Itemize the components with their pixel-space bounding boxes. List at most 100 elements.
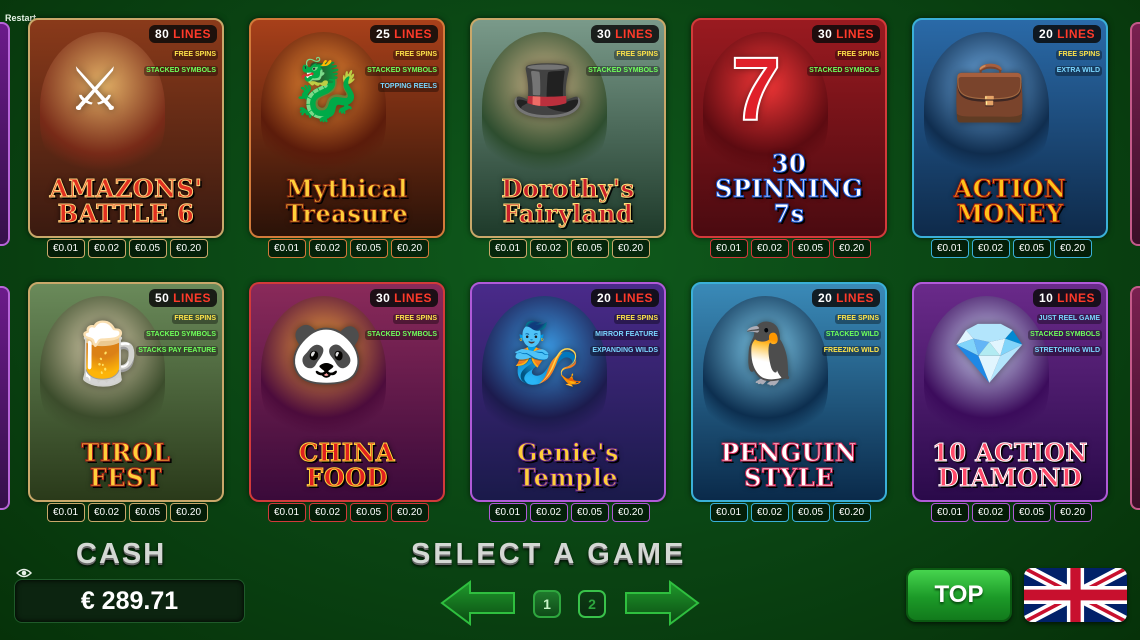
bet-option-button[interactable]: €0.01 [488, 503, 527, 522]
bet-option-button[interactable]: €0.20 [390, 503, 429, 522]
bet-option-button[interactable]: €0.05 [570, 503, 609, 522]
bet-option-button[interactable]: €0.02 [87, 239, 126, 258]
lines-label: LINES [394, 291, 432, 305]
feature-badges: FREE SPINS MIRROR FEATURE EXPANDING WILDS [590, 314, 660, 356]
bet-option-button[interactable]: €0.01 [267, 239, 306, 258]
feature-badges: FREE SPINS STACKED SYMBOLS [365, 314, 439, 340]
lines-badge: 10 LINES [1032, 289, 1101, 307]
bet-options: €0.01 €0.02 €0.05 €0.20 [691, 503, 889, 522]
next-page-game-peek[interactable] [1130, 286, 1140, 510]
bet-option-button[interactable]: €0.05 [128, 503, 167, 522]
game-tile-2[interactable]: 🎩 30 LINES FREE SPINS STACKED SYMBOLS Dor… [470, 18, 668, 260]
page-button-1[interactable]: 1 [533, 590, 561, 618]
bet-option-button[interactable]: €0.20 [169, 239, 208, 258]
bet-option-button[interactable]: €0.20 [169, 503, 208, 522]
bet-option-button[interactable]: €0.05 [349, 239, 388, 258]
page-button-2[interactable]: 2 [578, 590, 606, 618]
lines-count: 30 [817, 27, 833, 41]
prev-page-arrow-icon[interactable] [440, 580, 516, 626]
game-card[interactable]: 🍺 50 LINES FREE SPINS STACKED SYMBOLS STAC… [28, 282, 224, 502]
game-tile-5[interactable]: 🍺 50 LINES FREE SPINS STACKED SYMBOLS STAC… [28, 282, 226, 524]
game-card[interactable]: 🐉 25 LINES FREE SPINS STACKED SYMBOLS TOPP… [249, 18, 445, 238]
game-card[interactable]: ⚔ 80 LINES FREE SPINS STACKED SYMBOLS AMA… [28, 18, 224, 238]
bet-option-button[interactable]: €0.01 [930, 239, 969, 258]
lines-count: 30 [596, 27, 612, 41]
bet-option-button[interactable]: €0.02 [529, 239, 568, 258]
bet-option-button[interactable]: €0.20 [390, 239, 429, 258]
game-tile-9[interactable]: 💎 10 LINES JUST REEL GAME STACKED SYMBOLS… [912, 282, 1110, 524]
lines-badge: 20 LINES [811, 289, 880, 307]
bet-option-button[interactable]: €0.02 [750, 503, 789, 522]
game-tile-0[interactable]: ⚔ 80 LINES FREE SPINS STACKED SYMBOLS AMA… [28, 18, 226, 260]
eye-icon[interactable] [16, 567, 32, 579]
game-card[interactable]: 🎩 30 LINES FREE SPINS STACKED SYMBOLS Dor… [470, 18, 666, 238]
game-card[interactable]: 💼 20 LINES FREE SPINS EXTRA WILD ACTION MO… [912, 18, 1108, 238]
lines-label: LINES [615, 291, 653, 305]
prev-page-game-peek[interactable] [0, 22, 10, 246]
game-tile-1[interactable]: 🐉 25 LINES FREE SPINS STACKED SYMBOLS TOPP… [249, 18, 447, 260]
game-card[interactable]: 🐼 30 LINES FREE SPINS STACKED SYMBOLS CHI… [249, 282, 445, 502]
bet-option-button[interactable]: €0.01 [709, 503, 748, 522]
bet-option-button[interactable]: €0.02 [971, 503, 1010, 522]
game-title-line2: FOOD [306, 463, 388, 492]
game-tile-3[interactable]: 7 30 LINES FREE SPINS STACKED SYMBOLS 30 S… [691, 18, 889, 260]
game-tile-7[interactable]: 🧞 20 LINES FREE SPINS MIRROR FEATURE EXPAN… [470, 282, 668, 524]
feature-badge: STACKED WILD [823, 330, 881, 340]
bet-options: €0.01 €0.02 €0.05 €0.20 [470, 239, 668, 258]
uk-flag-icon[interactable] [1024, 568, 1127, 622]
bet-option-button[interactable]: €0.20 [611, 239, 650, 258]
bet-option-button[interactable]: €0.05 [349, 503, 388, 522]
game-character-icon: ⚔ [68, 56, 122, 123]
bet-option-button[interactable]: €0.05 [791, 239, 830, 258]
bet-option-button[interactable]: €0.01 [46, 503, 85, 522]
bet-option-button[interactable]: €0.01 [930, 503, 969, 522]
bet-option-button[interactable]: €0.05 [1012, 239, 1051, 258]
game-tile-8[interactable]: 🐧 20 LINES FREE SPINS STACKED WILD FREEZIN… [691, 282, 889, 524]
game-card[interactable]: 🧞 20 LINES FREE SPINS MIRROR FEATURE EXPAN… [470, 282, 666, 502]
next-page-arrow-icon[interactable] [624, 580, 700, 626]
cash-label: CASH [76, 538, 167, 570]
feature-badges: FREE SPINS STACKED SYMBOLS [586, 50, 660, 76]
game-card[interactable]: 💎 10 LINES JUST REEL GAME STACKED SYMBOLS… [912, 282, 1108, 502]
bet-option-button[interactable]: €0.01 [267, 503, 306, 522]
lines-count: 20 [817, 291, 833, 305]
next-page-game-peek[interactable] [1130, 22, 1140, 246]
bet-options: €0.01 €0.02 €0.05 €0.20 [691, 239, 889, 258]
feature-badges: FREE SPINS EXTRA WILD [1054, 50, 1102, 76]
feature-badge: TOPPING REELS [378, 82, 439, 92]
lines-count: 30 [375, 291, 391, 305]
bet-option-button[interactable]: €0.20 [832, 239, 871, 258]
bet-option-button[interactable]: €0.20 [1053, 503, 1092, 522]
game-title-line2: DIAMOND [937, 463, 1083, 492]
bet-option-button[interactable]: €0.05 [128, 239, 167, 258]
bet-option-button[interactable]: €0.02 [750, 239, 789, 258]
game-card[interactable]: 🐧 20 LINES FREE SPINS STACKED WILD FREEZIN… [691, 282, 887, 502]
bet-option-button[interactable]: €0.01 [46, 239, 85, 258]
bet-option-button[interactable]: €0.02 [87, 503, 126, 522]
bet-option-button[interactable]: €0.05 [791, 503, 830, 522]
bet-option-button[interactable]: €0.05 [1012, 503, 1051, 522]
bet-option-button[interactable]: €0.02 [308, 239, 347, 258]
games-row-2: 🍺 50 LINES FREE SPINS STACKED SYMBOLS STAC… [0, 282, 1140, 527]
game-title: Mythical Treasure [255, 176, 439, 227]
bet-option-button[interactable]: €0.02 [529, 503, 568, 522]
prev-page-game-peek[interactable] [0, 286, 10, 510]
game-title-line2: STYLE [744, 463, 835, 492]
bet-option-button[interactable]: €0.20 [1053, 239, 1092, 258]
bet-option-button[interactable]: €0.05 [570, 239, 609, 258]
bet-option-button[interactable]: €0.01 [488, 239, 527, 258]
game-tile-4[interactable]: 💼 20 LINES FREE SPINS EXTRA WILD ACTION MO… [912, 18, 1110, 260]
game-title-line2: Temple [518, 463, 618, 492]
game-character-icon: 🐉 [289, 56, 364, 123]
bet-option-button[interactable]: €0.01 [709, 239, 748, 258]
bet-option-button[interactable]: €0.20 [832, 503, 871, 522]
feature-badge: FREE SPINS [614, 314, 660, 324]
bet-option-button[interactable]: €0.20 [611, 503, 650, 522]
top-button[interactable]: TOP [906, 568, 1012, 622]
game-tile-6[interactable]: 🐼 30 LINES FREE SPINS STACKED SYMBOLS CHI… [249, 282, 447, 524]
feature-badge: EXTRA WILD [1054, 66, 1102, 76]
bet-option-button[interactable]: €0.02 [308, 503, 347, 522]
bet-option-button[interactable]: €0.02 [971, 239, 1010, 258]
game-card[interactable]: 7 30 LINES FREE SPINS STACKED SYMBOLS 30 S… [691, 18, 887, 238]
lines-badge: 30 LINES [811, 25, 880, 43]
